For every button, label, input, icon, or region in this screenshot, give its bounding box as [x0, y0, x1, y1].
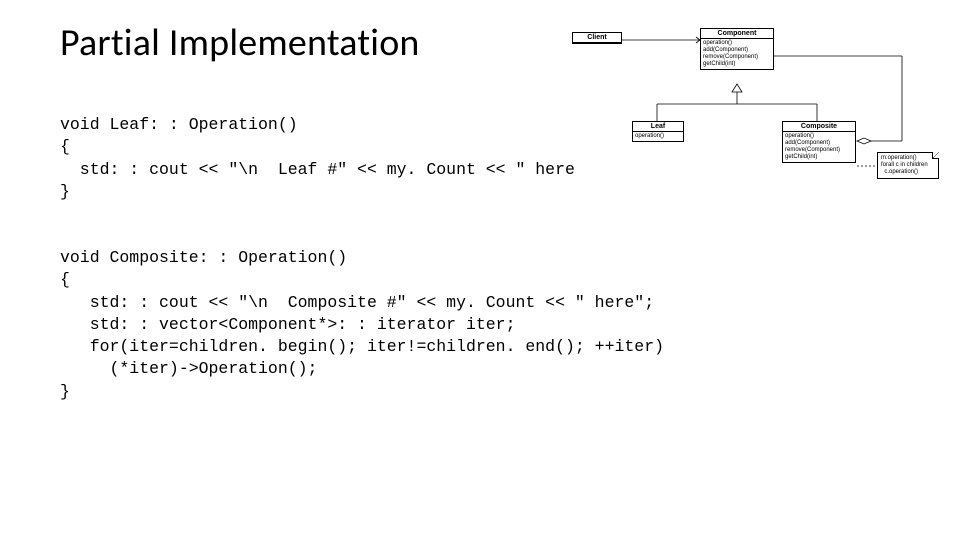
- uml-note: m:operation() forall c in children c.ope…: [877, 152, 939, 179]
- uml-diagram: Client Component operation() add(Compone…: [562, 26, 942, 211]
- uml-class-leaf-ops: operation(): [633, 132, 683, 141]
- slide: Partial Implementation void Leaf: : Oper…: [0, 0, 960, 540]
- uml-class-client: Client: [572, 32, 622, 44]
- uml-class-component: Component operation() add(Component) rem…: [700, 28, 774, 70]
- uml-class-composite-name: Composite: [783, 122, 855, 132]
- uml-class-component-ops: operation() add(Component) remove(Compon…: [701, 39, 773, 69]
- code-composite-operation: void Composite: : Operation() { std: : c…: [60, 247, 900, 403]
- uml-class-composite: Composite operation() add(Component) rem…: [782, 121, 856, 163]
- uml-class-client-name: Client: [573, 33, 621, 43]
- uml-class-composite-ops: operation() add(Component) remove(Compon…: [783, 132, 855, 162]
- uml-class-leaf: Leaf operation(): [632, 121, 684, 142]
- uml-class-component-name: Component: [701, 29, 773, 39]
- uml-class-leaf-name: Leaf: [633, 122, 683, 132]
